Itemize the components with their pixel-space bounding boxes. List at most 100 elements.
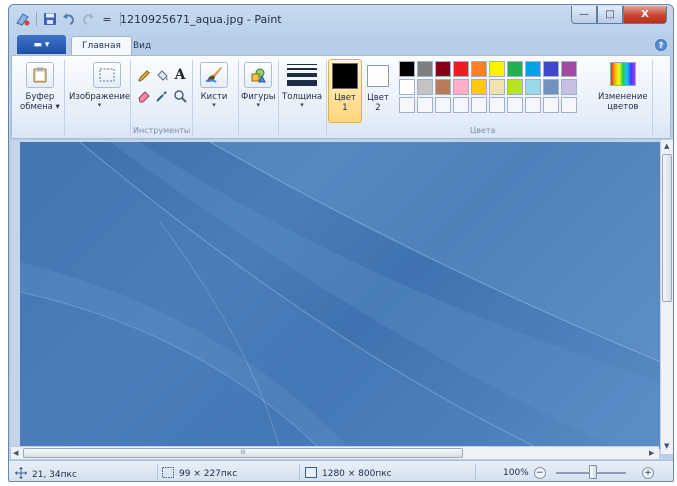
zoom-level: 100% − xyxy=(503,467,546,479)
cursor-position-text: 21, 34пкс xyxy=(32,469,77,480)
zoom-slider-thumb[interactable] xyxy=(589,465,597,479)
rainbow-icon xyxy=(609,62,636,86)
palette-color-swatch[interactable] xyxy=(489,61,505,77)
color1-label-line2: 1 xyxy=(342,103,348,113)
cursor-position-icon xyxy=(15,467,27,481)
clipboard-label-line2: обмена ▾ xyxy=(20,102,60,112)
zoom-out-button[interactable]: − xyxy=(533,467,546,479)
palette-color-swatch[interactable] xyxy=(399,61,415,77)
edit-colors-button[interactable]: Изменение цветов xyxy=(598,62,648,112)
window-title: 1210925671_aqua.jpg - Paint xyxy=(120,13,282,26)
palette-color-swatch[interactable] xyxy=(435,79,451,95)
customize-dropdown-icon[interactable]: = xyxy=(99,11,115,27)
palette-color-swatch[interactable] xyxy=(561,61,577,77)
palette-color-swatch[interactable] xyxy=(525,79,541,95)
eraser-icon[interactable] xyxy=(136,88,152,104)
shapes-button[interactable]: Фигуры ▾ xyxy=(241,62,275,109)
palette-color-swatch[interactable] xyxy=(561,79,577,95)
size-button[interactable]: Толщина ▾ xyxy=(282,62,322,109)
color2-label-line2: 2 xyxy=(375,103,381,113)
qa-separator xyxy=(36,12,37,26)
palette-color-swatch[interactable] xyxy=(543,79,559,95)
minimize-button[interactable]: — xyxy=(571,6,597,24)
selection-size: 99 × 227пкс xyxy=(162,467,237,481)
color2-button[interactable]: Цвет 2 xyxy=(367,62,389,113)
palette-empty-swatch[interactable] xyxy=(471,97,487,113)
palette-color-swatch[interactable] xyxy=(399,79,415,95)
help-icon[interactable]: ? xyxy=(655,39,667,51)
status-separator xyxy=(157,464,158,480)
palette-empty-swatch[interactable] xyxy=(525,97,541,113)
undo-icon[interactable] xyxy=(61,11,77,27)
palette-color-swatch[interactable] xyxy=(417,79,433,95)
horizontal-scroll-thumb[interactable]: III xyxy=(23,448,463,458)
image-size-text: 1280 × 800пкс xyxy=(322,469,392,479)
palette-color-swatch[interactable] xyxy=(435,61,451,77)
edit-colors-label-line1: Изменение xyxy=(598,92,648,102)
color-picker-icon[interactable] xyxy=(154,88,170,104)
palette-color-swatch[interactable] xyxy=(471,79,487,95)
file-menu-button[interactable]: ▬ ▾ xyxy=(17,35,66,54)
save-icon[interactable] xyxy=(42,11,58,27)
status-separator xyxy=(299,464,300,480)
palette-color-swatch[interactable] xyxy=(471,61,487,77)
brush-icon xyxy=(200,62,228,88)
maximize-button[interactable]: □ xyxy=(597,6,623,24)
edit-colors-label-line2: цветов xyxy=(607,102,639,112)
palette-color-swatch[interactable] xyxy=(507,79,523,95)
color1-button[interactable]: Цвет 1 xyxy=(328,59,362,123)
palette-empty-swatch[interactable] xyxy=(489,97,505,113)
scroll-up-icon[interactable]: ▲ xyxy=(664,142,669,150)
scroll-right-icon[interactable]: ▶ xyxy=(649,449,654,457)
palette-empty-swatch[interactable] xyxy=(543,97,559,113)
palette-color-swatch[interactable] xyxy=(543,61,559,77)
vertical-scrollbar[interactable]: ▲ ▼ xyxy=(660,140,673,454)
scroll-left-icon[interactable]: ◀ xyxy=(13,449,18,457)
palette-empty-swatch[interactable] xyxy=(561,97,577,113)
close-button[interactable]: X xyxy=(623,6,667,24)
palette-color-swatch[interactable] xyxy=(507,61,523,77)
scroll-grip: III xyxy=(240,449,246,456)
image-button[interactable]: Изображение ▾ xyxy=(69,62,130,109)
magnifier-icon[interactable] xyxy=(172,88,188,104)
fill-icon[interactable] xyxy=(154,68,170,84)
palette-empty-swatch[interactable] xyxy=(507,97,523,113)
clipboard-icon xyxy=(25,62,54,88)
paint-window: = 1210925671_aqua.jpg - Paint — □ X ▬ ▾ … xyxy=(8,4,674,482)
palette-empty-swatch[interactable] xyxy=(453,97,469,113)
horizontal-scrollbar[interactable]: ◀ III ▶ xyxy=(11,446,659,459)
group-separator xyxy=(326,60,327,136)
colors-group-title: Цвета xyxy=(470,126,496,135)
vertical-scroll-thumb[interactable] xyxy=(662,154,672,302)
redo-icon[interactable] xyxy=(80,11,96,27)
ribbon-tabs: ▬ ▾ Главная Вид ? xyxy=(9,35,673,55)
palette-empty-swatch[interactable] xyxy=(435,97,451,113)
image-size-icon xyxy=(305,467,317,481)
palette-empty-swatch[interactable] xyxy=(417,97,433,113)
tools-group-title: Инструменты xyxy=(133,126,191,135)
brushes-button[interactable]: Кисти ▾ xyxy=(200,62,228,109)
group-separator xyxy=(652,60,653,136)
text-icon[interactable]: A xyxy=(172,67,188,83)
palette-empty-swatch[interactable] xyxy=(399,97,415,113)
tab-view[interactable]: Вид xyxy=(123,36,161,55)
palette-color-swatch[interactable] xyxy=(453,79,469,95)
select-icon xyxy=(92,62,121,88)
palette-color-swatch[interactable] xyxy=(417,61,433,77)
palette-color-swatch[interactable] xyxy=(525,61,541,77)
palette-color-swatch[interactable] xyxy=(489,79,505,95)
brushes-dropdown-arrow: ▾ xyxy=(212,101,216,109)
color2-swatch xyxy=(367,65,389,87)
color1-label-line1: Цвет xyxy=(334,93,356,103)
shapes-icon xyxy=(244,62,273,88)
clipboard-button[interactable]: Буфер обмена ▾ xyxy=(20,62,60,112)
palette-color-swatch[interactable] xyxy=(453,61,469,77)
color2-label-line1: Цвет xyxy=(367,93,389,103)
scroll-down-icon[interactable]: ▼ xyxy=(664,442,669,450)
group-separator xyxy=(238,60,239,136)
status-bar: 21, 34пкс 99 × 227пкс 1280 × 800пкс 100%… xyxy=(9,460,673,481)
image-canvas[interactable] xyxy=(20,142,661,449)
paint-icon[interactable] xyxy=(15,11,31,27)
pencil-icon[interactable] xyxy=(136,68,152,84)
zoom-in-button[interactable]: + xyxy=(642,467,654,479)
